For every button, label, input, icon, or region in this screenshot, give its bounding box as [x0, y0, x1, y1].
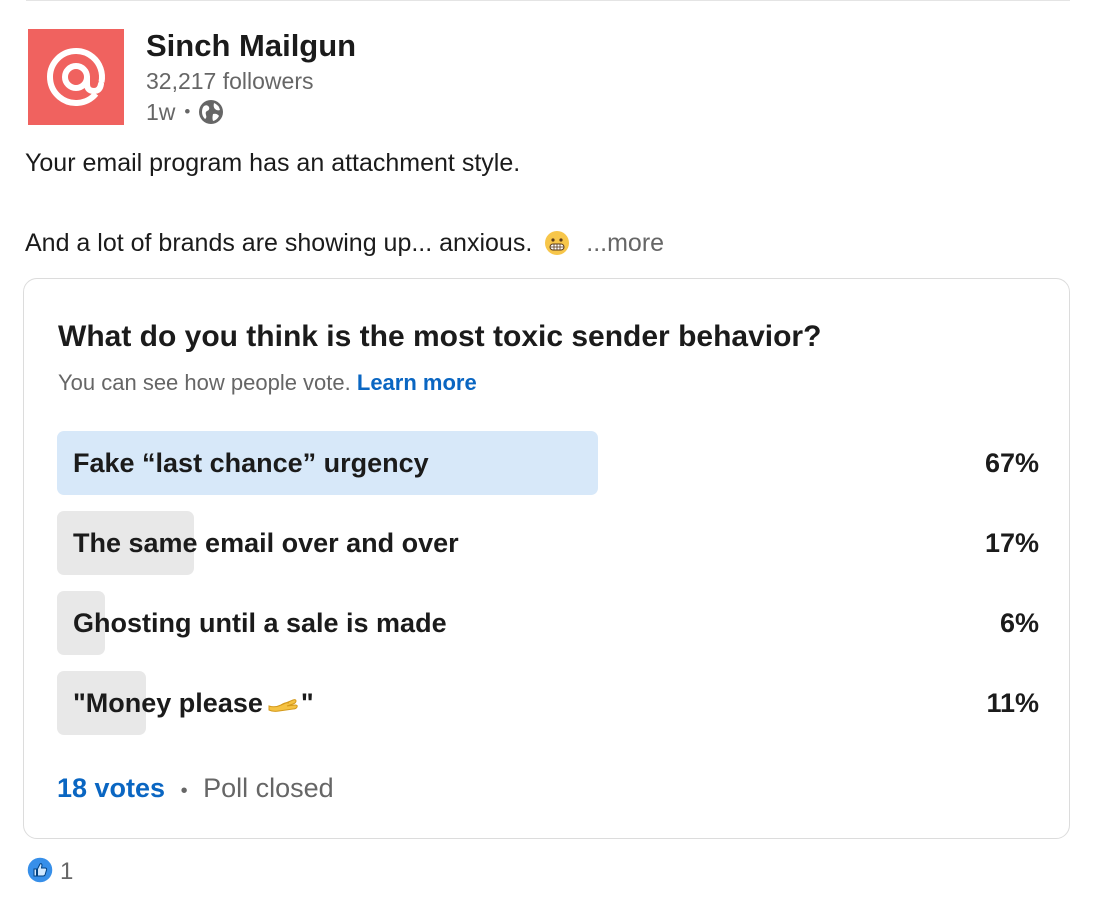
poll-footer: 18 votes • Poll closed — [57, 771, 334, 808]
poll-option-label: Ghosting until a sale is made — [73, 608, 447, 638]
poll-status: Poll closed — [203, 773, 334, 803]
poll-option-label: The same email over and over — [73, 528, 459, 558]
poll-card: What do you think is the most toxic send… — [23, 278, 1070, 839]
meta-separator: • — [184, 102, 191, 121]
post-text-line-2-text: And a lot of brands are showing up... an… — [25, 229, 533, 257]
poll-option-label: Fake “last chance” urgency — [73, 448, 429, 478]
poll-option-percent: 6% — [999, 608, 1039, 638]
footer-separator: • — [180, 780, 188, 802]
poll-subtitle: You can see how people vote. — [58, 370, 351, 395]
top-divider — [26, 0, 1070, 1]
like-thumbs-up-icon — [26, 855, 54, 889]
post-text-line-1: Your email program has an attachment sty… — [25, 149, 521, 177]
poll-option-label-end: " — [300, 688, 314, 718]
post-text-line-2: And a lot of brands are showing up... an… — [25, 227, 664, 259]
poll-option[interactable]: Fake “last chance” urgency 67% — [57, 431, 1039, 495]
poll-question: What do you think is the most toxic send… — [58, 320, 822, 353]
grimacing-face-emoji-icon — [544, 230, 570, 256]
mailgun-at-logo-icon — [47, 48, 105, 106]
post-time: 1w — [146, 98, 176, 125]
poll-option[interactable]: The same email over and over 17% — [57, 511, 1039, 575]
vote-count-link[interactable]: 18 votes — [57, 773, 165, 803]
follower-count: 32,217 followers — [146, 68, 314, 94]
author-name[interactable]: Sinch Mailgun — [146, 27, 356, 65]
globe-icon — [198, 99, 224, 125]
poll-option-label: "Money please " — [73, 671, 314, 735]
see-more-link[interactable]: ...more — [586, 227, 664, 259]
reactions-summary[interactable]: 1 — [26, 855, 74, 889]
poll-option-percent: 11% — [986, 688, 1039, 718]
poll-option[interactable]: "Money please " 11% — [57, 671, 1039, 735]
poll-visibility-note: You can see how people vote. Learn more — [58, 368, 477, 398]
poll-option-label-start: "Money please — [73, 688, 263, 718]
poll-option[interactable]: Ghosting until a sale is made 6% — [57, 591, 1039, 655]
company-avatar[interactable] — [28, 29, 124, 125]
poll-option-percent: 17% — [984, 528, 1039, 558]
palm-up-hand-icon — [267, 692, 299, 714]
poll-option-percent: 67% — [984, 448, 1039, 478]
learn-more-link[interactable]: Learn more — [357, 370, 477, 395]
reaction-count: 1 — [60, 858, 74, 885]
post-meta: 1w • — [146, 96, 224, 128]
